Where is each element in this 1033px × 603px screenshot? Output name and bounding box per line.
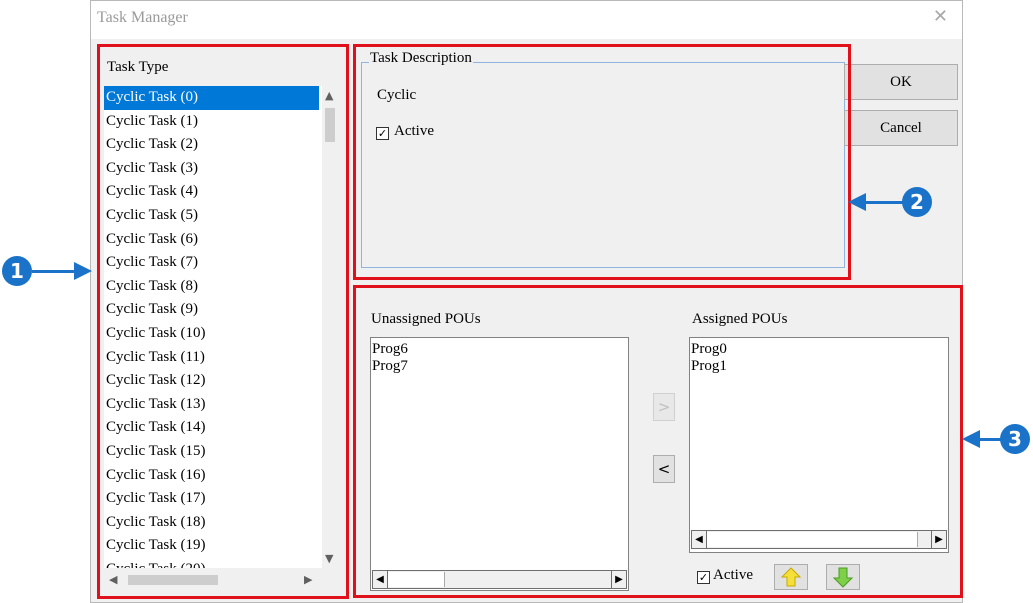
callout-2: 2: [902, 187, 932, 217]
callout-1-arrow-icon: [74, 262, 92, 280]
callout-1: 1: [2, 256, 32, 286]
annotation-box-2: [353, 44, 851, 280]
cancel-button[interactable]: Cancel: [844, 110, 958, 146]
window-title: Task Manager: [97, 9, 188, 26]
callout-3: 3: [1000, 424, 1030, 454]
annotation-box-1: [97, 44, 349, 599]
callout-3-arrow-icon: [962, 430, 980, 448]
callout-3-line: [980, 438, 1002, 441]
close-icon[interactable]: ✕: [933, 8, 948, 26]
callout-2-arrow-icon: [848, 193, 866, 211]
callout-2-line: [866, 201, 904, 204]
callout-1-line: [32, 270, 78, 273]
title-bar: Task Manager ✕: [91, 1, 962, 39]
ok-button[interactable]: OK: [844, 64, 958, 100]
annotation-box-3: [353, 285, 963, 598]
